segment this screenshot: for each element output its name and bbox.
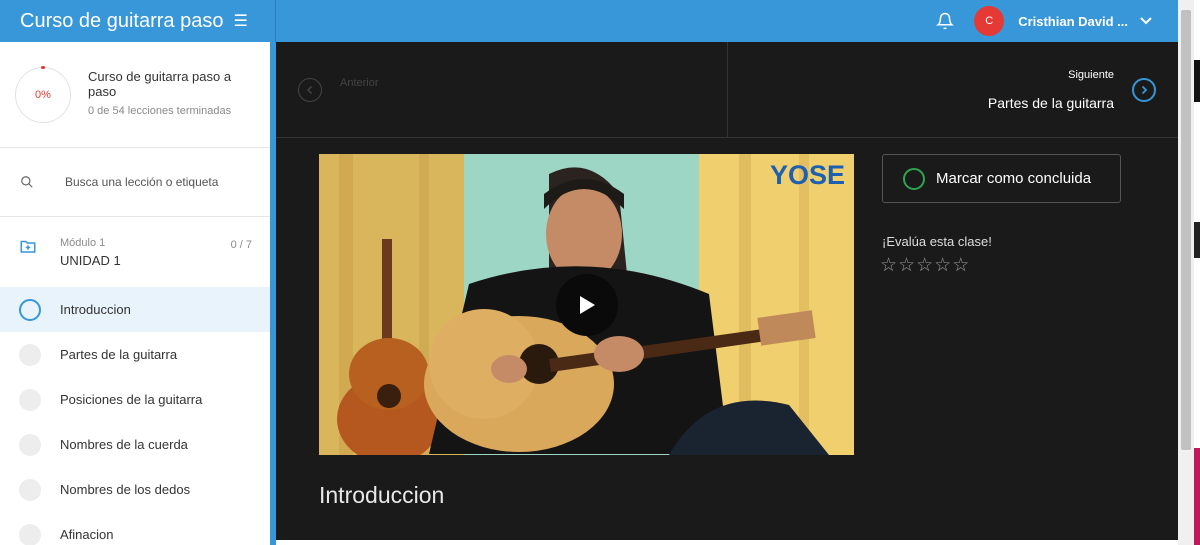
progress-percent: 0% — [35, 88, 51, 101]
chevron-right-icon — [1132, 77, 1156, 102]
play-icon[interactable] — [556, 274, 618, 336]
lesson-title: Introduccion — [319, 482, 445, 508]
previous-label: Anterior — [340, 76, 379, 89]
video-logo: YOSE — [769, 160, 845, 190]
star-icon[interactable]: ☆ — [898, 254, 915, 277]
lesson-item[interactable]: Nombres de los dedos — [0, 467, 270, 512]
star-icon[interactable]: ☆ — [934, 254, 951, 277]
lesson-name: Partes de la guitarra — [60, 347, 178, 362]
user-area: C Cristhian David ... — [936, 0, 1178, 42]
edge-block — [1194, 448, 1200, 545]
progress-ring: 0% — [15, 65, 71, 123]
next-label: Siguiente — [1068, 68, 1114, 81]
star-icon[interactable]: ☆ — [916, 254, 933, 277]
avatar[interactable]: C — [974, 6, 1005, 36]
course-meta: Curso de guitarra paso a paso 0 de 54 le… — [88, 69, 238, 120]
page-scrollbar[interactable] — [1178, 0, 1194, 545]
lesson-item[interactable]: Nombres de la cuerda — [0, 422, 270, 467]
top-bar: Curso de guitarra paso ☰ C Cristhian Dav… — [0, 0, 1178, 42]
lesson-item[interactable]: Afinacion — [0, 512, 270, 545]
module-label: Módulo 1 — [60, 237, 106, 249]
lesson-item[interactable]: Partes de la guitarra — [0, 332, 270, 377]
lesson-name: Nombres de la cuerda — [60, 437, 188, 452]
next-title: Partes de la guitarra — [987, 94, 1114, 111]
lesson-status-icon — [19, 343, 41, 366]
lessons-done: 0 de 54 lecciones terminadas — [88, 105, 232, 117]
search-input[interactable] — [65, 175, 255, 189]
lesson-status-icon — [19, 478, 41, 501]
module-count: 0 / 7 — [230, 239, 252, 251]
next-text: Siguiente Partes de la guitarra — [988, 69, 1114, 111]
next-lesson[interactable]: Siguiente Partes de la guitarra — [728, 42, 1178, 137]
edge-block — [1194, 60, 1200, 102]
lesson-name: Posiciones de la guitarra — [60, 392, 203, 407]
module-name: UNIDAD 1 — [60, 253, 121, 268]
course-progress: 0% Curso de guitarra paso a paso 0 de 54… — [0, 42, 270, 148]
edge-block — [1194, 222, 1200, 258]
lesson-name: Afinacion — [60, 527, 114, 542]
lesson-status-icon — [19, 523, 41, 545]
hamburger-icon[interactable]: ☰ — [233, 11, 247, 31]
star-rating: ☆ ☆ ☆ ☆ ☆ — [880, 254, 970, 277]
brand-area: Curso de guitarra paso ☰ — [0, 0, 276, 42]
lesson-status-icon — [19, 433, 41, 456]
scrollbar-thumb[interactable] — [1181, 10, 1191, 450]
bell-icon[interactable] — [936, 12, 955, 30]
folder-plus-icon — [20, 240, 36, 253]
mark-complete-button[interactable]: Marcar como concluida — [882, 154, 1121, 203]
lesson-player: Anterior Siguiente Partes de la guitarra — [276, 42, 1178, 540]
star-icon[interactable]: ☆ — [880, 254, 897, 277]
rate-label: ¡Evalúa esta clase! — [882, 234, 992, 249]
course-name: Curso de guitarra paso a paso — [88, 69, 232, 99]
user-name[interactable]: Cristhian David ... — [1018, 14, 1128, 29]
check-circle-icon — [903, 167, 925, 190]
sidebar: 0% Curso de guitarra paso a paso 0 de 54… — [0, 42, 276, 545]
chevron-down-icon[interactable] — [1140, 17, 1152, 25]
lesson-status-icon — [19, 298, 41, 321]
search-icon — [21, 176, 33, 188]
chevron-left-icon — [298, 77, 322, 102]
lesson-name: Nombres de los dedos — [60, 482, 191, 497]
lesson-status-icon — [19, 388, 41, 411]
previous-lesson[interactable]: Anterior — [276, 42, 728, 137]
lesson-navigation: Anterior Siguiente Partes de la guitarra — [276, 42, 1178, 138]
module-text: Módulo 1 UNIDAD 1 — [60, 237, 121, 268]
lesson-item[interactable]: Introduccion — [0, 287, 270, 332]
lesson-search — [0, 148, 270, 217]
lesson-item[interactable]: Posiciones de la guitarra — [0, 377, 270, 422]
course-title[interactable]: Curso de guitarra paso — [20, 10, 223, 33]
video-player[interactable]: YOSE — [319, 154, 854, 455]
star-icon[interactable]: ☆ — [952, 254, 969, 277]
window-edge — [1194, 0, 1200, 545]
lesson-name: Introduccion — [60, 302, 131, 317]
mark-complete-label: Marcar como concluida — [936, 170, 1092, 187]
module-header[interactable]: Módulo 1 UNIDAD 1 0 / 7 — [0, 217, 270, 287]
